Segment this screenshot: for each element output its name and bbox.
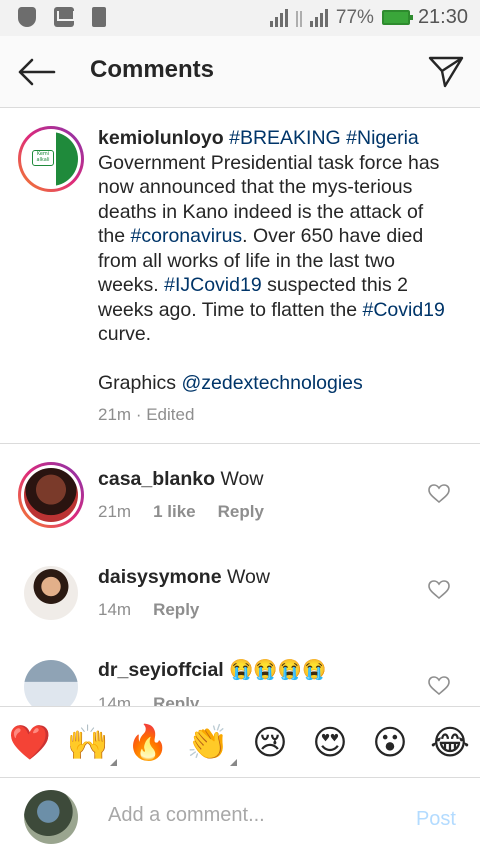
comment-meta: 14m Reply [98,600,199,620]
like-count[interactable]: 1 like [153,502,196,522]
hashtag-link[interactable]: #Nigeria [346,127,419,149]
phone-alert-icon [92,7,106,27]
signal-icon [269,8,288,27]
reply-button[interactable]: Reply [153,600,199,620]
comment-composer: Post [0,778,480,854]
skin-tone-indicator [110,759,117,766]
comment-meta: 21m 1 like Reply [98,502,264,522]
like-heart-icon[interactable] [428,484,450,504]
hashtag-link[interactable]: #IJCovid19 [164,274,262,296]
comment-text: daisysymone Wow [98,566,270,589]
comment-body: 😭😭😭😭 [229,659,327,681]
caption-text: kemiolunloyo #BREAKING #Nigeria Governme… [98,126,448,395]
system-icons: 77% 21:30 [269,6,468,29]
comment-item: daisysymone Wow 14m Reply [0,544,480,644]
comment-time: 21m [98,502,132,521]
battery-icon [381,10,413,25]
send-direct-icon[interactable] [428,54,464,88]
emoji-clapping-hands[interactable]: 👏 [186,721,230,765]
mail-icon [54,7,74,27]
clock: 21:30 [417,6,468,28]
commenter-username[interactable]: daisysymone [98,566,222,588]
comment-body: Wow [220,468,264,490]
data-transfer-icon [295,9,302,27]
emoji-surprised-face[interactable]: 😮 [368,721,412,765]
kemi-logo: Kemi alkali [32,150,54,166]
comment-input[interactable] [108,804,388,827]
commenter-avatar[interactable] [24,660,78,708]
like-heart-icon[interactable] [428,580,450,600]
emoji-raising-hands[interactable]: 🙌 [66,721,110,765]
comment-text: casa_blanko Wow [98,468,263,491]
caption-username[interactable]: kemiolunloyo [98,127,224,149]
emoji-crying-face[interactable]: 😢 [248,721,292,765]
caption-meta: 21m · Edited [98,405,194,425]
emoji-heart-eyes[interactable]: 😍 [308,721,352,765]
skin-tone-indicator [230,759,237,766]
author-avatar[interactable]: Kemi alkali [18,126,84,192]
caption-body: #BREAKING #Nigeria Government Presidenti… [98,127,445,345]
comment-text: dr_seyioffcial 😭😭😭😭 [98,658,326,682]
signal-icon-2 [309,8,328,27]
comment-item: dr_seyioffcial 😭😭😭😭 14m Reply [0,644,480,708]
mention-link[interactable]: @zedextechnologies [181,372,362,394]
notification-icons [18,7,106,27]
user-avatar [24,790,78,844]
status-bar: 77% 21:30 [0,0,480,36]
caption-time: 21m [98,405,132,424]
comment-time: 14m [98,600,132,619]
post-caption: Kemi alkali kemiolunloyo #BREAKING #Niger… [0,108,480,444]
caption-text-segment: curve. [98,323,152,345]
commenter-username[interactable]: dr_seyioffcial [98,659,224,681]
edited-label: · Edited [135,405,195,424]
hashtag-link[interactable]: #BREAKING [229,127,341,149]
emoji-laughing-face[interactable]: 😂 [428,721,472,765]
reply-button[interactable]: Reply [218,502,264,522]
hashtag-link[interactable]: #coronavirus [131,225,243,247]
header: Comments [0,36,480,108]
commenter-username[interactable]: casa_blanko [98,468,215,490]
commenter-avatar[interactable] [18,462,84,528]
emoji-fire[interactable]: 🔥 [126,721,170,765]
page-title: Comments [90,56,215,83]
battery-percent: 77% [335,6,374,28]
comment-body: Wow [226,566,270,588]
caption-credits: Graphics @zedextechnologies [98,371,448,396]
shield-icon [18,7,36,27]
emoji-quick-bar: ❤️ 🙌 🔥 👏 😢 😍 😮 😂 [0,706,480,778]
comment-item: casa_blanko Wow 21m 1 like Reply [0,444,480,544]
back-arrow-icon[interactable] [16,56,56,88]
hashtag-link[interactable]: #Covid19 [362,299,444,321]
commenter-avatar[interactable] [24,566,78,620]
graphics-label: Graphics [98,371,182,394]
emoji-heart[interactable]: ❤️ [8,721,52,765]
like-heart-icon[interactable] [428,676,450,696]
post-button[interactable]: Post [416,808,456,831]
